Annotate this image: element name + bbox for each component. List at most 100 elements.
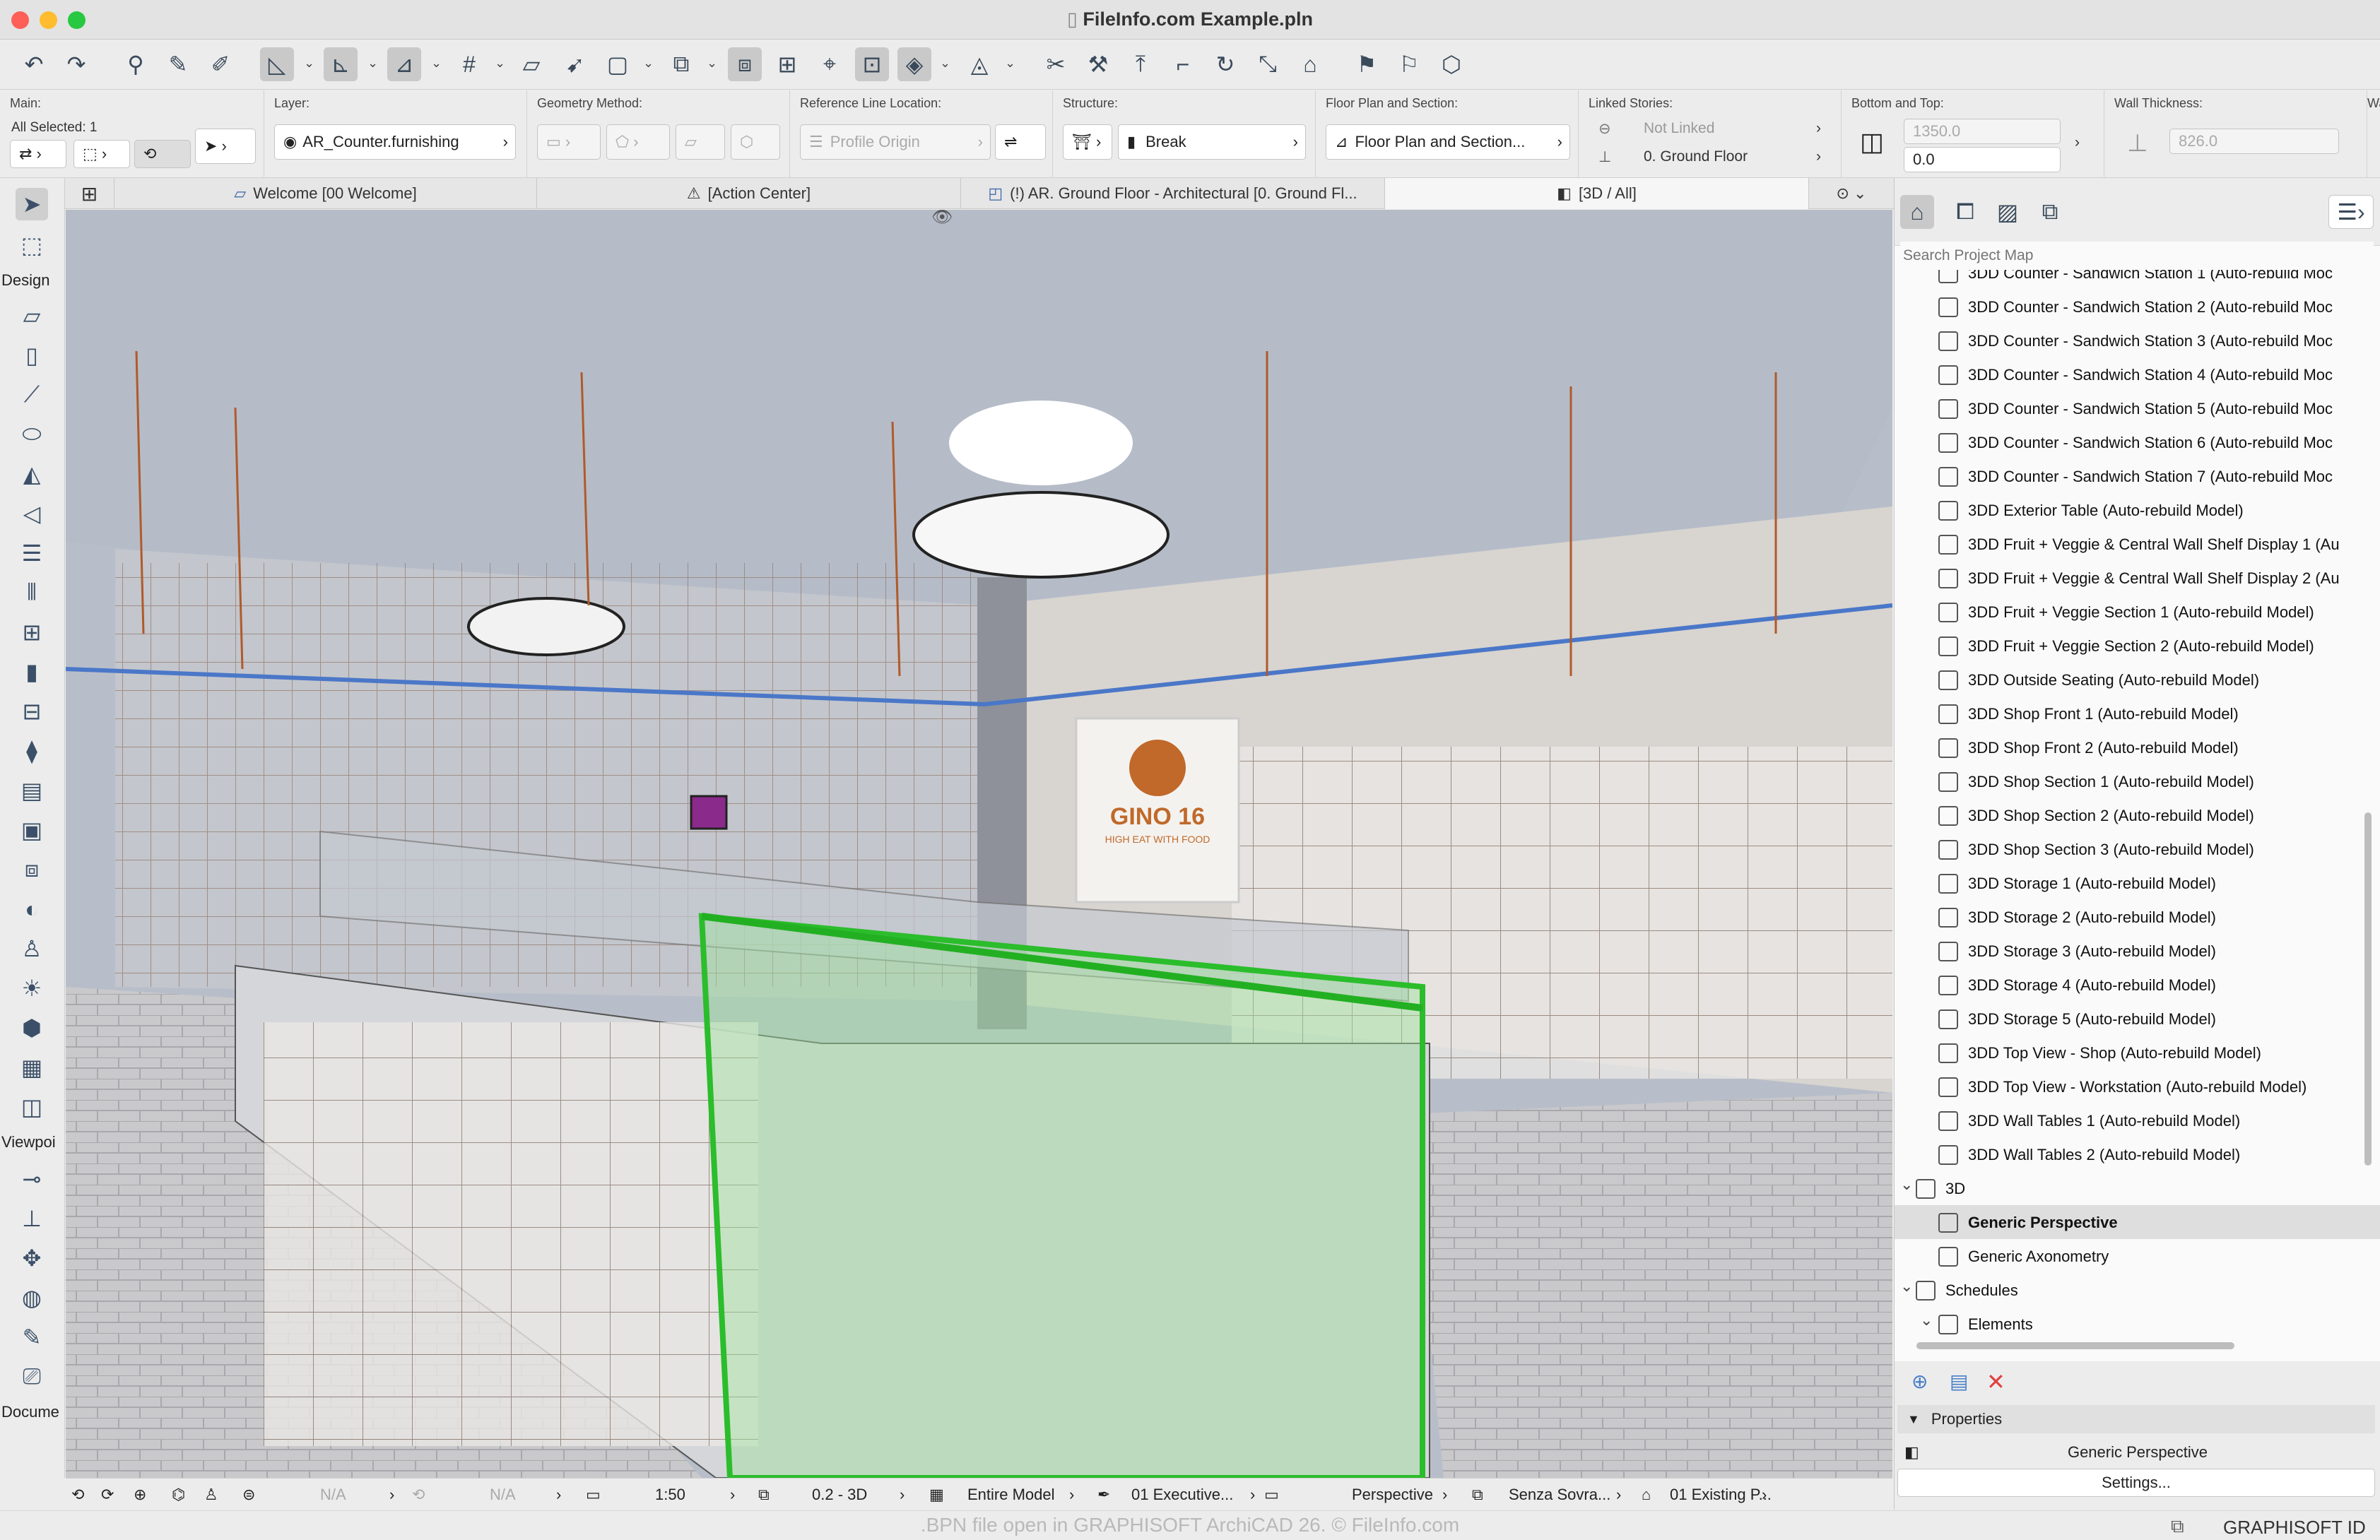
grid-tool-icon[interactable]: ▦ bbox=[16, 1051, 48, 1084]
guide-lines-icon[interactable]: ⊾ bbox=[324, 47, 358, 81]
project-map-item[interactable]: 3DD Storage 3 (Auto-rebuild Model) bbox=[1895, 934, 2380, 968]
top-height-input[interactable]: 1350.0 bbox=[1904, 119, 2061, 144]
redo-icon[interactable]: ↷ bbox=[59, 47, 93, 81]
beam-tool-icon[interactable]: ⟋ bbox=[16, 379, 48, 411]
chevron-down-icon[interactable]: ⌄ bbox=[1900, 1277, 1913, 1296]
project-map-item[interactable]: 3DD Shop Section 2 (Auto-rebuild Model) bbox=[1895, 798, 2380, 832]
chevron-down-icon[interactable]: ⌄ bbox=[707, 56, 718, 73]
project-map-item[interactable]: 3DD Fruit + Veggie & Central Wall Shelf … bbox=[1895, 561, 2380, 595]
properties-header[interactable]: ▼ Properties bbox=[1897, 1405, 2375, 1433]
gravity-icon[interactable]: ▱ bbox=[514, 47, 548, 81]
project-map-item[interactable]: 3DD Exterior Table (Auto-rebuild Model) bbox=[1895, 493, 2380, 527]
project-map-item[interactable]: 3DD Fruit + Veggie Section 2 (Auto-rebui… bbox=[1895, 629, 2380, 663]
roof-tool-icon[interactable]: ◭ bbox=[16, 458, 48, 490]
fit-icon[interactable]: ⊜ bbox=[242, 1479, 255, 1511]
tab-3d-all[interactable]: ◧ [3D / All] bbox=[1385, 178, 1809, 209]
camera-tool-icon[interactable]: ⎚ bbox=[16, 1361, 48, 1393]
chevron-right-icon[interactable]: › bbox=[1442, 1479, 1447, 1511]
slab-tool-icon[interactable]: ⬭ bbox=[16, 418, 48, 451]
project-map-item[interactable]: 3DD Counter - Sandwich Station 4 (Auto-r… bbox=[1895, 357, 2380, 391]
linked-top-value[interactable]: Not Linked bbox=[1644, 120, 1714, 137]
zoom-icon[interactable]: ⊕ bbox=[134, 1479, 146, 1511]
refline-select[interactable]: ☰ Profile Origin › bbox=[800, 124, 991, 160]
project-map-item[interactable]: 3DD Fruit + Veggie & Central Wall Shelf … bbox=[1895, 527, 2380, 561]
project-map-item[interactable]: ⌄ Schedules bbox=[1895, 1273, 2380, 1307]
tab-grid-overview[interactable]: ⊞ bbox=[65, 178, 114, 209]
chevron-down-icon[interactable]: ⌄ bbox=[940, 56, 951, 73]
railing-tool-icon[interactable]: ⫴ bbox=[16, 576, 48, 609]
detail-tool-icon[interactable]: ✥ bbox=[16, 1242, 48, 1274]
dimension-icon[interactable]: ⊞ bbox=[770, 47, 804, 81]
renovation-value[interactable]: 01 Existing P... bbox=[1670, 1479, 1772, 1511]
view-settings-icon[interactable]: ▤ bbox=[1950, 1370, 1968, 1393]
project-map-item[interactable]: 3DD Counter - Sandwich Station 6 (Auto-r… bbox=[1895, 425, 2380, 459]
chevron-down-icon[interactable]: ⌄ bbox=[643, 56, 654, 73]
flip-refline-button[interactable]: ⇌ bbox=[995, 124, 1046, 160]
project-map-icon[interactable]: ⌂ bbox=[1900, 195, 1934, 229]
project-map-item[interactable]: 3DD Counter - Sandwich Station 7 (Auto-r… bbox=[1895, 459, 2380, 493]
linked-bottom-value[interactable]: 0. Ground Floor bbox=[1644, 148, 1748, 165]
project-map-item[interactable]: 3DD Shop Front 2 (Auto-rebuild Model) bbox=[1895, 730, 2380, 764]
pick-up-icon[interactable]: ✎ bbox=[161, 47, 195, 81]
chevron-right-icon[interactable]: › bbox=[1250, 1479, 1255, 1511]
thickness-input[interactable]: 826.0 bbox=[2169, 129, 2339, 154]
tab-welcome[interactable]: ▱ Welcome [00 Welcome] bbox=[114, 178, 537, 209]
project-map-item[interactable]: 3DD Storage 1 (Auto-rebuild Model) bbox=[1895, 866, 2380, 900]
new-view-icon[interactable]: ⊕ bbox=[1911, 1370, 1928, 1393]
snap-guides-icon[interactable]: ◺ bbox=[260, 47, 294, 81]
solid-ops-icon[interactable]: ◈ bbox=[897, 47, 931, 81]
eye-icon[interactable]: 👁 bbox=[931, 210, 953, 227]
split-icon[interactable]: ✂ bbox=[1039, 47, 1073, 81]
chevron-right-icon[interactable]: › bbox=[1816, 120, 1821, 137]
project-map-item[interactable]: 3DD Counter - Sandwich Station 1 (Auto-r… bbox=[1895, 270, 2380, 290]
scale-value[interactable]: 1:50 bbox=[655, 1479, 685, 1511]
fillet-icon[interactable]: ↻ bbox=[1208, 47, 1242, 81]
project-map-item[interactable]: 3DD Top View - Shop (Auto-rebuild Model) bbox=[1895, 1036, 2380, 1070]
mesh-tool-icon[interactable]: ⧈ bbox=[16, 853, 48, 886]
projection-value[interactable]: Perspective bbox=[1352, 1479, 1433, 1511]
chevron-right-icon[interactable]: › bbox=[1069, 1479, 1074, 1511]
project-map-item[interactable]: 3DD Wall Tables 1 (Auto-rebuild Model) bbox=[1895, 1103, 2380, 1137]
project-map-item[interactable]: 3DD Shop Front 1 (Auto-rebuild Model) bbox=[1895, 697, 2380, 730]
change-tool-icon[interactable]: ✎ bbox=[16, 1321, 48, 1354]
lamp-tool-icon[interactable]: ☀ bbox=[16, 972, 48, 1005]
bimx-icon[interactable]: ⬡ bbox=[1435, 47, 1468, 81]
offset-icon[interactable]: ⌐ bbox=[1166, 47, 1200, 81]
roof-icon[interactable]: ⌂ bbox=[1293, 47, 1327, 81]
flag-icon[interactable]: ⚑ bbox=[1350, 47, 1384, 81]
project-map-item[interactable]: ⌄ 3D bbox=[1895, 1171, 2380, 1205]
project-map-item[interactable]: 3DD Outside Seating (Auto-rebuild Model) bbox=[1895, 663, 2380, 697]
chevron-down-icon[interactable]: ⌄ bbox=[1920, 1311, 1933, 1329]
layer-select[interactable]: ◉ AR_Counter.furnishing › bbox=[274, 124, 516, 160]
elevation-tool-icon[interactable]: ⊥ bbox=[16, 1202, 48, 1235]
floorplan-select[interactable]: ⊿ Floor Plan and Section... › bbox=[1326, 124, 1570, 160]
navigator-menu-icon[interactable]: ☰› bbox=[2328, 195, 2374, 229]
inject-icon[interactable]: ✐ bbox=[204, 47, 237, 81]
find-select-icon[interactable]: ⚲ bbox=[119, 47, 153, 81]
zone-tool-icon[interactable]: ♙ bbox=[16, 932, 48, 965]
panel-tool-icon[interactable]: ◫ bbox=[16, 1091, 48, 1123]
pen-set-value[interactable]: 01 Executive... bbox=[1131, 1479, 1233, 1511]
project-map-search[interactable] bbox=[1900, 242, 2374, 270]
stair-tool-icon[interactable]: ☰ bbox=[16, 537, 48, 569]
geometry-straight-button[interactable]: ▭ › bbox=[537, 124, 601, 160]
arrow-tool-button[interactable]: ➤ › bbox=[195, 129, 256, 164]
chevron-right-icon[interactable]: › bbox=[2075, 134, 2080, 151]
door-tool-icon[interactable]: ▮ bbox=[16, 656, 48, 688]
chevron-down-icon[interactable]: ⌄ bbox=[495, 56, 506, 73]
windows-icon[interactable]: ⧉ bbox=[2171, 1515, 2184, 1538]
3d-model-render[interactable]: GINO 16 HIGH EAT WITH FOOD 👁 bbox=[66, 210, 1892, 1478]
rotate-button[interactable]: ⟲ bbox=[134, 140, 191, 168]
chevron-right-icon[interactable]: › bbox=[900, 1479, 905, 1511]
layer-combo-value[interactable]: 0.2 - 3D bbox=[812, 1479, 867, 1511]
box-tool-icon[interactable]: ⬢ bbox=[16, 1012, 48, 1044]
wall-tool-icon[interactable]: ▱ bbox=[16, 300, 48, 332]
settings-button[interactable]: Settings... bbox=[1897, 1469, 2375, 1497]
curtain-wall-tool-icon[interactable]: ⊞ bbox=[16, 616, 48, 648]
chevron-right-icon[interactable]: › bbox=[730, 1479, 735, 1511]
undo-icon[interactable]: ↶ bbox=[17, 47, 51, 81]
navigator-scrollbar[interactable] bbox=[2364, 812, 2372, 1166]
geometry-trapezoid-button[interactable]: ⬠ › bbox=[606, 124, 670, 160]
marquee-tool-icon[interactable]: ⬚ bbox=[16, 229, 48, 261]
project-map-item[interactable]: 3DD Storage 4 (Auto-rebuild Model) bbox=[1895, 968, 2380, 1002]
